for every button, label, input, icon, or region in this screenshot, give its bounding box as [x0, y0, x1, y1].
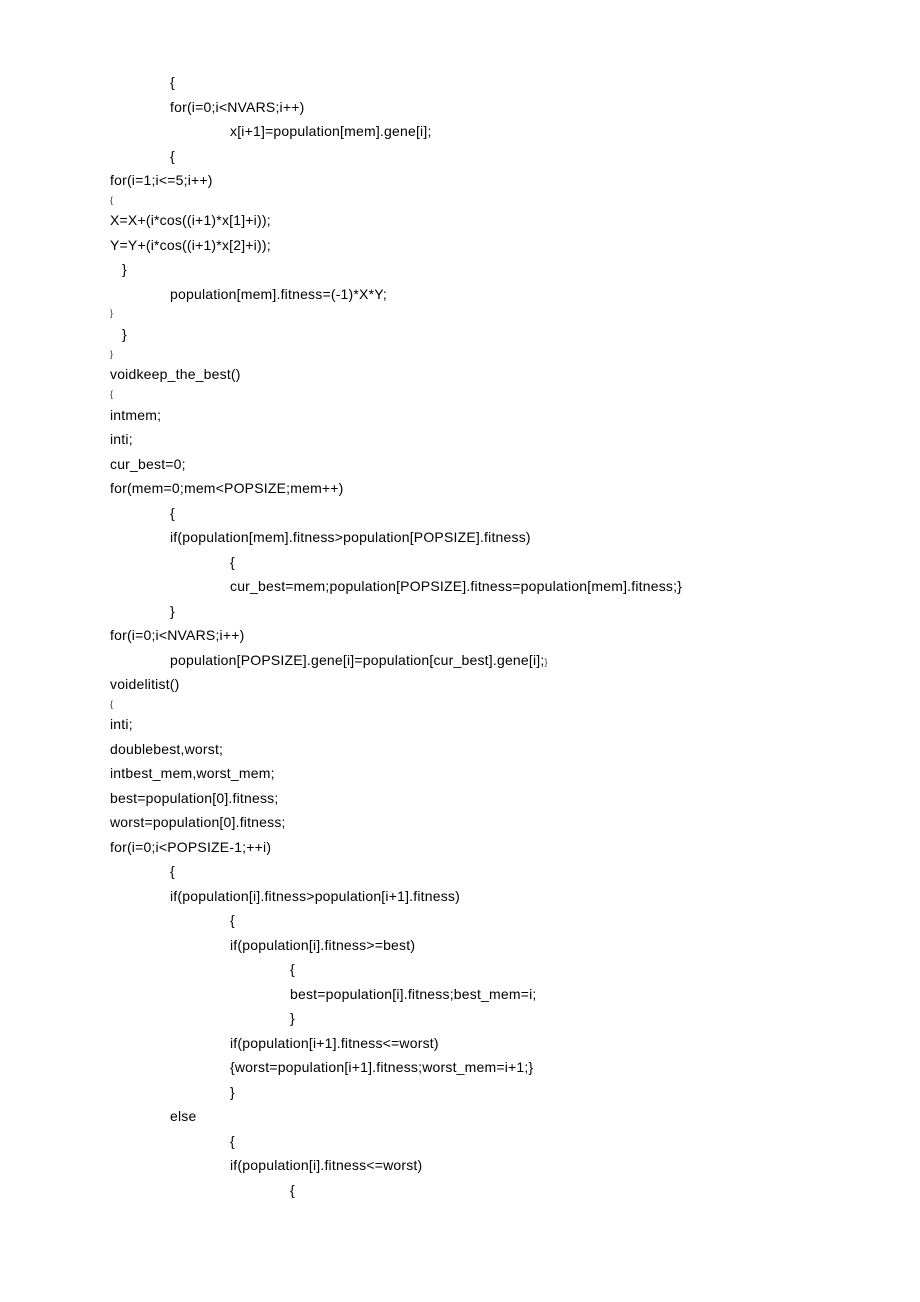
code-text: Y=Y+(i*cos((i+1)*x[2]+i)); [110, 237, 271, 253]
code-text: x[i+1]=population[mem].gene[i]; [230, 123, 432, 139]
code-text: if(population[i].fitness<=worst) [230, 1157, 422, 1173]
code-line: {worst=population[i+1].fitness;worst_mem… [110, 1055, 820, 1080]
code-text: cur_best=mem;population[POPSIZE].fitness… [230, 578, 682, 594]
code-text: } [110, 308, 113, 318]
code-line: { [110, 957, 820, 982]
code-line: if(population[i].fitness>=best) [110, 933, 820, 958]
code-line: } [110, 306, 820, 322]
code-text: { [230, 912, 235, 928]
code-text: for(i=0;i<POPSIZE-1;++i) [110, 839, 271, 855]
code-line: voidelitist() [110, 672, 820, 697]
code-text: worst=population[0].fitness; [110, 814, 286, 830]
code-text: } [110, 349, 113, 359]
code-line: { [110, 70, 820, 95]
code-text: if(population[mem].fitness>population[PO… [170, 529, 531, 545]
code-text: } [170, 603, 175, 619]
code-text: doublebest,worst; [110, 741, 223, 757]
code-line: cur_best=mem;population[POPSIZE].fitness… [110, 574, 820, 599]
code-line: voidkeep_the_best() [110, 362, 820, 387]
code-line: { [110, 387, 820, 403]
code-text: { [290, 1182, 295, 1198]
code-text: { [230, 554, 235, 570]
code-text: inti; [110, 716, 133, 732]
code-line: for(i=0;i<NVARS;i++) [110, 95, 820, 120]
code-text: if(population[i].fitness>population[i+1]… [170, 888, 460, 904]
code-line: if(population[i].fitness>population[i+1]… [110, 884, 820, 909]
code-line: for(mem=0;mem<POPSIZE;mem++) [110, 476, 820, 501]
code-text: inti; [110, 431, 133, 447]
code-block: { for(i=0;i<NVARS;i++) x[i+1]=population[m… [110, 70, 820, 1202]
code-text: cur_best=0; [110, 456, 186, 472]
code-line: Y=Y+(i*cos((i+1)*x[2]+i)); [110, 233, 820, 258]
code-text: population[POPSIZE].gene[i]=population[c… [170, 652, 544, 668]
code-line: cur_best=0; [110, 452, 820, 477]
code-line: { [110, 1178, 820, 1203]
code-line: } [110, 257, 820, 282]
code-text: if(population[i+1].fitness<=worst) [230, 1035, 439, 1051]
code-page: { for(i=0;i<NVARS;i++) x[i+1]=population[m… [0, 0, 920, 1262]
code-text: if(population[i].fitness>=best) [230, 937, 415, 953]
code-text: best=population[0].fitness; [110, 790, 278, 806]
code-line: { [110, 550, 820, 575]
code-text: { [170, 505, 175, 521]
code-line: x[i+1]=population[mem].gene[i]; [110, 119, 820, 144]
code-line: if(population[i+1].fitness<=worst) [110, 1031, 820, 1056]
code-text-trail: } [544, 657, 547, 667]
code-line: for(i=0;i<NVARS;i++) [110, 623, 820, 648]
code-text: intbest_mem,worst_mem; [110, 765, 275, 781]
code-line: inti; [110, 427, 820, 452]
code-text: for(mem=0;mem<POPSIZE;mem++) [110, 480, 344, 496]
code-text: { [170, 863, 175, 879]
code-line: intmem; [110, 403, 820, 428]
code-text: { [110, 195, 113, 205]
code-text: voidelitist() [110, 676, 180, 692]
code-text: { [230, 1133, 235, 1149]
code-text: } [290, 1010, 295, 1026]
code-line: { [110, 908, 820, 933]
code-text: { [170, 148, 175, 164]
code-text: best=population[i].fitness;best_mem=i; [290, 986, 537, 1002]
code-line: population[POPSIZE].gene[i]=population[c… [110, 648, 820, 673]
code-line: { [110, 193, 820, 209]
code-text: {worst=population[i+1].fitness;worst_mem… [230, 1059, 533, 1075]
code-line: X=X+(i*cos((i+1)*x[1]+i)); [110, 208, 820, 233]
code-line: { [110, 697, 820, 713]
code-line: inti; [110, 712, 820, 737]
code-line: population[mem].fitness=(-1)*X*Y; [110, 282, 820, 307]
code-text: } [230, 1084, 235, 1100]
code-line: doublebest,worst; [110, 737, 820, 762]
code-line: } [110, 1080, 820, 1105]
code-text: { [290, 961, 295, 977]
code-line: { [110, 501, 820, 526]
code-line: } [110, 1006, 820, 1031]
code-line: best=population[i].fitness;best_mem=i; [110, 982, 820, 1007]
code-text: intmem; [110, 407, 161, 423]
code-text: for(i=1;i<=5;i++) [110, 172, 213, 188]
code-text: { [110, 699, 113, 709]
code-line: for(i=0;i<POPSIZE-1;++i) [110, 835, 820, 860]
code-line: } [110, 347, 820, 363]
code-line: } [110, 322, 820, 347]
code-line: { [110, 1129, 820, 1154]
code-text: } [122, 326, 127, 342]
code-line: { [110, 144, 820, 169]
code-text: } [122, 261, 127, 277]
code-line: { [110, 859, 820, 884]
code-text: { [110, 389, 113, 399]
code-line: intbest_mem,worst_mem; [110, 761, 820, 786]
code-text: for(i=0;i<NVARS;i++) [110, 627, 244, 643]
code-line: } [110, 599, 820, 624]
code-text: for(i=0;i<NVARS;i++) [170, 99, 304, 115]
code-line: else [110, 1104, 820, 1129]
code-line: best=population[0].fitness; [110, 786, 820, 811]
code-text: else [170, 1108, 196, 1124]
code-line: for(i=1;i<=5;i++) [110, 168, 820, 193]
code-line: if(population[i].fitness<=worst) [110, 1153, 820, 1178]
code-line: worst=population[0].fitness; [110, 810, 820, 835]
code-line: if(population[mem].fitness>population[PO… [110, 525, 820, 550]
code-text: X=X+(i*cos((i+1)*x[1]+i)); [110, 212, 271, 228]
code-text: { [170, 74, 175, 90]
code-text: population[mem].fitness=(-1)*X*Y; [170, 286, 387, 302]
code-text: voidkeep_the_best() [110, 366, 241, 382]
